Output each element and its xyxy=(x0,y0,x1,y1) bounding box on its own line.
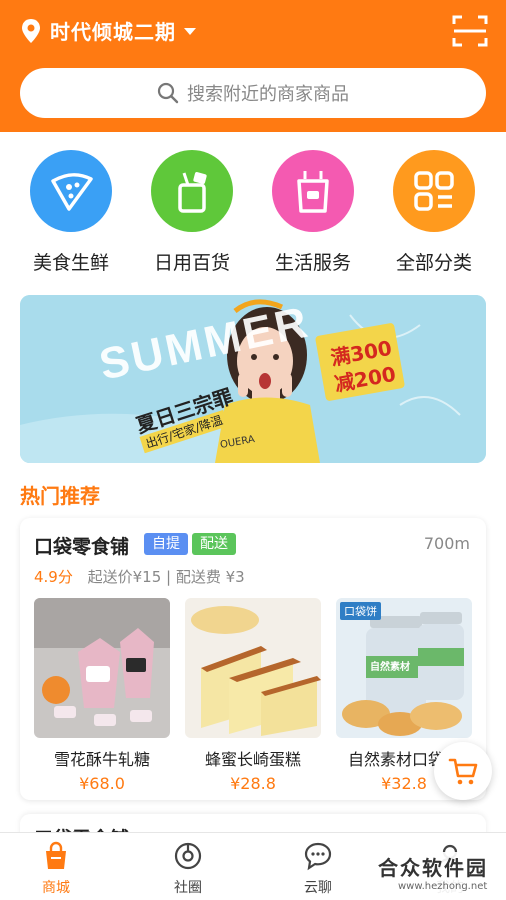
shop-distance: 700m xyxy=(423,534,470,553)
category-all-label: 全部分类 xyxy=(395,252,472,274)
product-image xyxy=(185,598,321,738)
location-selector[interactable]: 时代倾城二期 xyxy=(20,16,196,45)
product-jar-text: 自然素材 xyxy=(370,662,410,673)
promo-banner[interactable]: SUMMER 夏日三宗罪 出行/宅家/降温 OUERA 满300 减200 xyxy=(20,295,486,463)
hot-section-title: 热门推荐 xyxy=(20,484,100,508)
nav-item-chat[interactable]: 云聊 xyxy=(278,841,358,897)
product-name: 雪花酥牛轧糖 xyxy=(53,750,150,769)
category-all[interactable]: 全部分类 xyxy=(379,150,489,275)
product-brand-label: 口袋饼 xyxy=(340,602,381,620)
cup-icon xyxy=(178,172,207,213)
nav-item-circle[interactable]: 社圈 xyxy=(148,841,228,897)
category-grid: 美食生鲜 日用百货 生活服务 全部分类 xyxy=(0,150,506,290)
nav-label: 社圈 xyxy=(174,880,202,896)
product-card[interactable]: 雪花酥牛轧糖 ¥68.0 xyxy=(34,598,170,793)
tag-delivery: 配送 xyxy=(192,533,236,555)
category-all-circle xyxy=(393,150,475,232)
nav-label: 商城 xyxy=(42,880,70,896)
shop-card[interactable]: 口袋零食铺 自提 配送 700m 4.9分 起送价¥15 | 配送费 ¥3 雪花… xyxy=(20,518,486,800)
tag-pickup: 自提 xyxy=(144,533,188,555)
watermark-url: www.hezhong.net xyxy=(398,881,488,892)
category-food-label: 美食生鲜 xyxy=(32,252,109,274)
search-placeholder: 搜索附近的商家商品 xyxy=(187,84,349,105)
pizza-icon xyxy=(51,173,93,211)
scan-icon[interactable] xyxy=(452,14,488,48)
header: 时代倾城二期 搜索附近的商家商品 xyxy=(0,0,506,132)
watermark-title: 合众软件园 xyxy=(378,856,488,880)
nav-label: 云聊 xyxy=(304,880,332,896)
product-price: ¥28.8 xyxy=(230,774,276,793)
nav-item-shop[interactable]: 商城 xyxy=(16,841,96,897)
category-service-label: 生活服务 xyxy=(274,252,351,274)
chat-icon xyxy=(304,842,332,871)
category-daily-circle xyxy=(151,150,233,232)
category-service[interactable]: 生活服务 xyxy=(258,150,368,275)
product-image xyxy=(34,598,170,738)
grid-icon xyxy=(414,171,454,211)
search-bar[interactable]: 搜索附近的商家商品 xyxy=(20,68,486,118)
shop-meta: 4.9分 起送价¥15 | 配送费 ¥3 xyxy=(34,566,245,587)
product-name: 蜂蜜长崎蛋糕 xyxy=(204,750,301,769)
chevron-down-icon xyxy=(184,28,196,35)
cart-button[interactable] xyxy=(434,742,492,800)
circle-icon xyxy=(174,842,202,870)
product-image: 口袋饼 自然素材 xyxy=(336,598,472,738)
category-service-circle xyxy=(272,150,354,232)
shop-name: 口袋零食铺 xyxy=(34,536,130,558)
shop-delivery-info: 起送价¥15 | 配送费 ¥3 xyxy=(87,568,245,586)
main-content: 美食生鲜 日用百货 生活服务 全部分类 SUMMER 夏日三宗罪 出行/宅家/降… xyxy=(0,132,506,854)
location-name: 时代倾城二期 xyxy=(50,20,176,44)
category-food-circle xyxy=(30,150,112,232)
product-card[interactable]: 蜂蜜长崎蛋糕 ¥28.8 xyxy=(185,598,321,793)
location-pin-icon xyxy=(22,18,40,43)
shop-score: 4.9分 xyxy=(34,568,73,586)
category-food[interactable]: 美食生鲜 xyxy=(16,150,126,275)
cart-icon xyxy=(448,758,478,785)
watermark: 合众软件园 www.hezhong.net xyxy=(372,852,504,898)
category-daily-label: 日用百货 xyxy=(153,252,230,274)
product-price: ¥68.0 xyxy=(79,774,125,793)
shop-bag-icon xyxy=(46,841,66,869)
category-daily[interactable]: 日用百货 xyxy=(137,150,247,275)
search-icon xyxy=(157,82,179,104)
apron-icon xyxy=(297,171,329,213)
